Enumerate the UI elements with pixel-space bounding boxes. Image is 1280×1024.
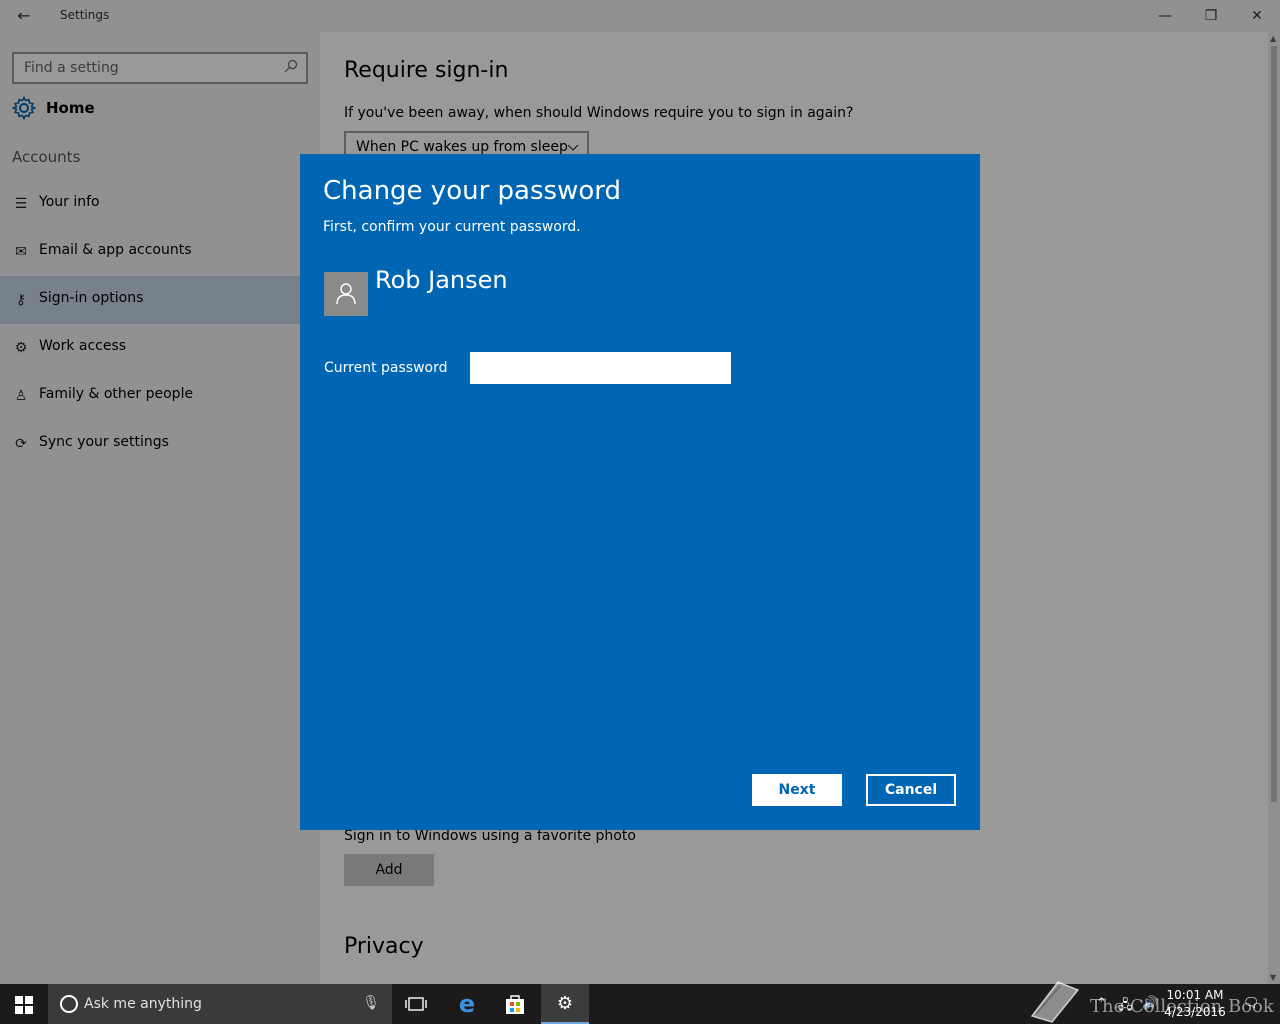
dialog-subtitle: First, confirm your current password. [323, 219, 581, 235]
edge-browser-icon[interactable]: e [443, 984, 491, 1024]
user-icon [336, 283, 356, 305]
store-button[interactable] [491, 984, 539, 1024]
dialog-title: Change your password [323, 176, 621, 206]
taskbar: Ask me anything 🎙 e ⚙ ⌃ 🖧 🔊 10:01 AM 4/2… [0, 984, 1280, 1024]
current-password-label: Current password [324, 360, 448, 376]
windows-logo-icon [15, 996, 33, 1014]
cancel-button[interactable]: Cancel [866, 774, 956, 806]
avatar [324, 272, 368, 316]
cortana-placeholder: Ask me anything [84, 996, 202, 1012]
store-bag-icon [506, 995, 524, 1014]
book-icon [1030, 981, 1080, 1023]
user-name: Rob Jansen [375, 266, 508, 294]
cortana-search-box[interactable]: Ask me anything 🎙 [48, 984, 392, 1024]
settings-taskbar-button[interactable]: ⚙ [541, 984, 589, 1024]
task-view-button[interactable] [392, 984, 440, 1024]
watermark-text: The Collection Book [1090, 996, 1274, 1017]
microphone-icon[interactable]: 🎙 [362, 995, 380, 1011]
change-password-dialog: Change your password First, confirm your… [300, 154, 980, 830]
cortana-icon [60, 995, 78, 1013]
task-view-icon [405, 997, 427, 1011]
current-password-input[interactable] [470, 352, 731, 384]
start-button[interactable] [0, 984, 48, 1024]
gear-icon: ⚙ [556, 993, 574, 1014]
next-button[interactable]: Next [752, 774, 842, 806]
